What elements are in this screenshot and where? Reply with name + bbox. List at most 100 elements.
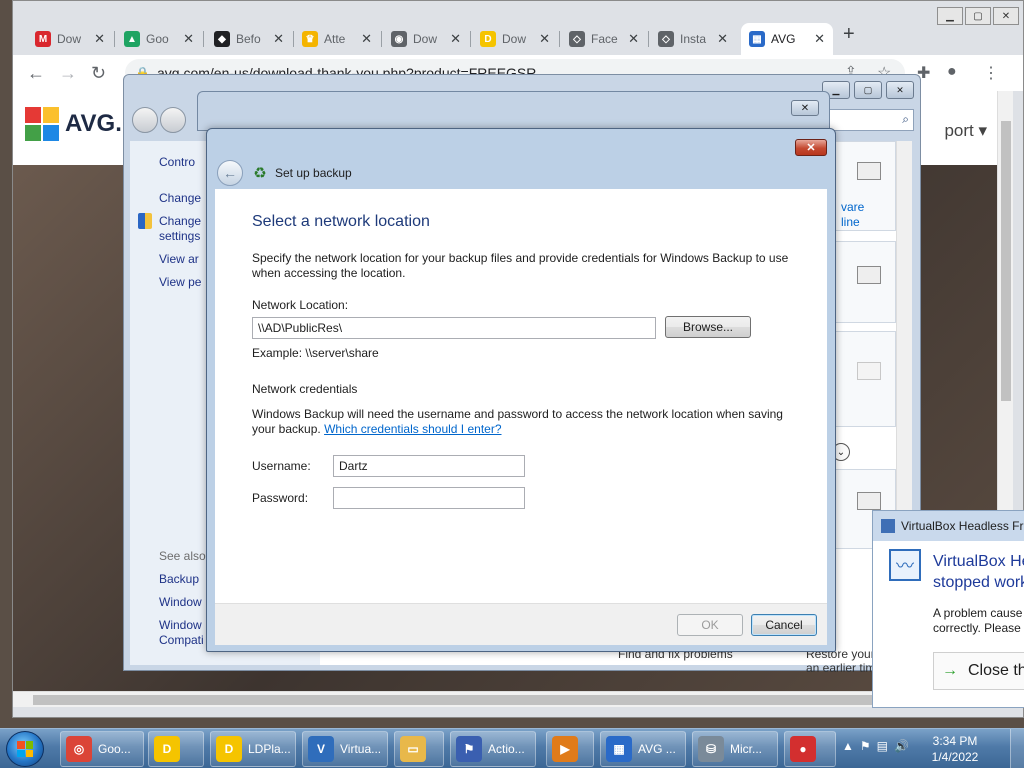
- taskbar-button[interactable]: ▭: [394, 731, 444, 767]
- network-location-input[interactable]: [252, 317, 656, 339]
- browser-tab[interactable]: ◆ Befo ✕: [206, 23, 292, 55]
- media-player-icon: ▶: [552, 736, 578, 762]
- taskbar-button[interactable]: ▦ AVG ...: [600, 731, 686, 767]
- taskbar-button[interactable]: ●: [784, 731, 836, 767]
- cp-maximize-button[interactable]: ▢: [854, 81, 882, 99]
- tray-expand-icon[interactable]: ▲: [842, 739, 854, 753]
- taskbar-button[interactable]: D LDPla...: [210, 731, 296, 767]
- browser-tab[interactable]: ▲ Goo ✕: [116, 23, 202, 55]
- ok-button[interactable]: OK: [677, 614, 743, 636]
- error-monitor-icon: 〰: [889, 549, 921, 581]
- example-text: Example: \\server\share: [252, 346, 379, 360]
- cp-left-item[interactable]: View ar: [159, 252, 199, 266]
- setup-backup-dialog: ✕ ← ♻ Set up backup Select a network loc…: [206, 128, 836, 652]
- tab-close-icon[interactable]: ✕: [628, 31, 639, 47]
- taskbar-label: Micr...: [730, 742, 762, 756]
- browser-tab[interactable]: ♛ Atte ✕: [294, 23, 380, 55]
- cp-forward-button[interactable]: [160, 107, 186, 133]
- new-tab-button[interactable]: +: [843, 23, 855, 46]
- network-icon[interactable]: ▤: [877, 739, 888, 753]
- cancel-button[interactable]: Cancel: [751, 614, 817, 636]
- taskbar-button[interactable]: ◎ Goo...: [60, 731, 144, 767]
- tab-close-icon[interactable]: ✕: [539, 31, 550, 47]
- close-program-label: Close the: [968, 662, 1024, 679]
- diamond-arrows-icon: ◇: [658, 31, 674, 47]
- intro-text: Specify the network location for your ba…: [252, 251, 789, 280]
- reload-icon[interactable]: ↻: [91, 63, 106, 84]
- dialog-body: Select a network location Specify the ne…: [215, 189, 827, 603]
- credentials-help-link[interactable]: Which credentials should I enter?: [324, 422, 501, 436]
- cp-panel-button[interactable]: [857, 362, 881, 380]
- tab-close-icon[interactable]: ✕: [717, 31, 728, 47]
- avg-logo-mark: [25, 107, 59, 141]
- cp-left-item[interactable]: Change: [159, 214, 201, 228]
- browser-tab[interactable]: M Dow ✕: [27, 23, 113, 55]
- ldplayer-icon: D: [216, 736, 242, 762]
- forward-arrow-icon[interactable]: →: [59, 63, 77, 84]
- browse-button[interactable]: Browse...: [665, 316, 751, 338]
- cp-left-item[interactable]: Contro: [159, 155, 195, 169]
- close-program-button[interactable]: → Close the: [933, 652, 1024, 690]
- clock[interactable]: 3:34 PM 1/4/2022: [920, 733, 990, 765]
- cp-link[interactable]: vare: [841, 200, 864, 214]
- cp-panel-button[interactable]: [857, 492, 881, 510]
- back-arrow-icon[interactable]: ←: [217, 160, 243, 186]
- taskbar-button[interactable]: V Virtua...: [302, 731, 388, 767]
- tab-separator: [648, 31, 649, 47]
- password-input[interactable]: [333, 487, 525, 509]
- tab-close-icon[interactable]: ✕: [183, 31, 194, 47]
- support-menu[interactable]: port ▾: [944, 121, 987, 141]
- mid-close-button[interactable]: ✕: [791, 100, 819, 116]
- cp-link[interactable]: line: [841, 215, 860, 229]
- cp-close-button[interactable]: ✕: [886, 81, 914, 99]
- taskbar-button[interactable]: ⚑ Actio...: [450, 731, 536, 767]
- browser-tab[interactable]: ▦ AVG ✕: [741, 23, 833, 55]
- cp-left-item[interactable]: View pe: [159, 275, 201, 289]
- cp-panel: vare line: [826, 141, 896, 231]
- browser-tab[interactable]: D Dow ✕: [472, 23, 558, 55]
- tab-close-icon[interactable]: ✕: [273, 31, 284, 47]
- cp-left-item[interactable]: settings: [159, 229, 200, 243]
- action-center-flag-icon[interactable]: ⚑: [860, 739, 871, 753]
- start-button[interactable]: [6, 731, 44, 767]
- username-input[interactable]: [333, 455, 525, 477]
- windows-logo-icon: [17, 741, 33, 757]
- see-also-item[interactable]: Backup: [159, 572, 199, 586]
- tab-close-icon[interactable]: ✕: [814, 31, 825, 47]
- username-label: Username:: [252, 459, 311, 473]
- page-horizontal-scrollbar[interactable]: [13, 691, 1013, 707]
- cp-panel-button[interactable]: [857, 266, 881, 284]
- profile-avatar-icon[interactable]: ●: [947, 63, 957, 81]
- back-arrow-icon[interactable]: ←: [27, 63, 45, 84]
- browser-tab[interactable]: ◇ Face ✕: [561, 23, 647, 55]
- show-desktop-button[interactable]: [1010, 729, 1024, 768]
- cp-panel-button[interactable]: [857, 162, 881, 180]
- see-also-item[interactable]: Window: [159, 618, 202, 632]
- taskbar-button[interactable]: ▶: [546, 731, 594, 767]
- tab-label: Insta: [680, 32, 707, 46]
- virtualbox-message: A problem cause correctly. Please c: [933, 606, 1024, 636]
- see-also-item[interactable]: Window: [159, 595, 202, 609]
- credentials-text: Windows Backup will need the username an…: [252, 407, 792, 437]
- cp-left-item[interactable]: Change: [159, 191, 201, 205]
- virtualbox-heading: VirtualBox He stopped work: [933, 551, 1024, 593]
- volume-icon[interactable]: 🔊: [894, 739, 909, 753]
- avg-logo[interactable]: AVG.: [25, 107, 122, 141]
- cp-back-button[interactable]: [132, 107, 158, 133]
- tab-close-icon[interactable]: ✕: [450, 31, 461, 47]
- dialog-close-button[interactable]: ✕: [795, 139, 827, 156]
- taskbar-button[interactable]: ⛁ Micr...: [692, 731, 778, 767]
- tab-close-icon[interactable]: ✕: [361, 31, 372, 47]
- tab-label: AVG: [771, 32, 796, 46]
- tab-close-icon[interactable]: ✕: [94, 31, 105, 47]
- browser-tab[interactable]: ◉ Dow ✕: [383, 23, 469, 55]
- browser-tab[interactable]: ◇ Insta ✕: [650, 23, 736, 55]
- see-also-item[interactable]: Compati: [159, 633, 204, 647]
- clock-date: 1/4/2022: [931, 750, 979, 764]
- chrome-menu-icon[interactable]: ⋮: [983, 63, 999, 83]
- dialog-footer: OK Cancel: [215, 603, 827, 645]
- tab-label: Dow: [502, 32, 527, 46]
- page-heading: Select a network location: [252, 213, 430, 230]
- virtualbox-heading-line: VirtualBox He: [933, 553, 1024, 570]
- taskbar-button[interactable]: D: [148, 731, 204, 767]
